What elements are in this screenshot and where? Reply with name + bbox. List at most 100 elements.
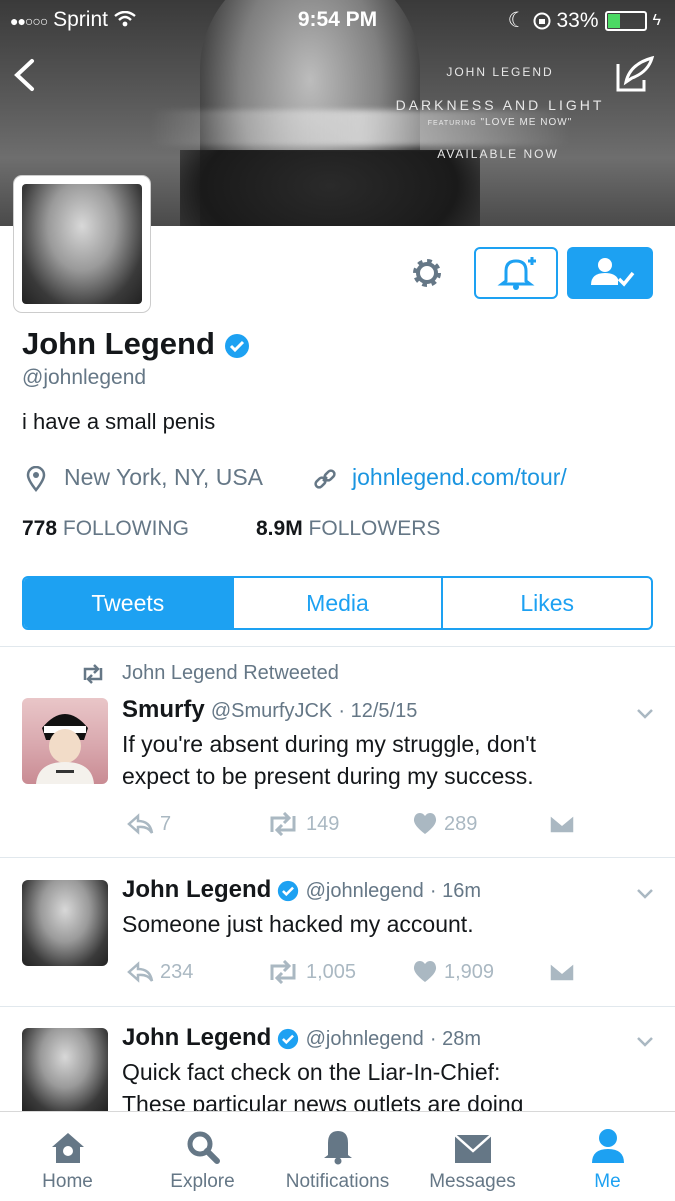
tweet-author-handle[interactable]: @johnlegend (306, 880, 424, 902)
followers-count: 8.9M (256, 517, 303, 540)
chevron-down-icon[interactable] (636, 1032, 654, 1050)
tab-notifications[interactable]: Notifications (270, 1112, 405, 1201)
reply-icon (127, 813, 154, 835)
banner-featuring-song: "LOVE ME NOW" (480, 117, 573, 128)
tweet-avatar[interactable] (22, 880, 108, 966)
profile-handle: @johnlegend (22, 366, 147, 389)
tweet-time: · 12/5/15 (338, 700, 418, 722)
user-icon (591, 1129, 624, 1163)
tweet-time: · 16m (429, 880, 482, 902)
reply-button[interactable]: 7 (126, 813, 266, 836)
reply-button[interactable]: 234 (126, 961, 266, 984)
like-button[interactable]: 1,909 (412, 960, 548, 984)
reply-icon (127, 961, 154, 983)
divider (0, 857, 675, 858)
tab-explore-label: Explore (170, 1171, 235, 1192)
search-icon (187, 1131, 220, 1164)
status-bar: ●●○○○ Sprint 9:54 PM ☾ 33% ϟ (0, 0, 675, 38)
retweet-note: John Legend Retweeted (122, 662, 339, 684)
following-stat[interactable]: 778 FOLLOWING (22, 517, 189, 541)
reply-count: 7 (160, 812, 172, 835)
tab-likes[interactable]: Likes (443, 578, 651, 628)
bell-icon (323, 1131, 352, 1165)
tweet-avatar[interactable] (22, 1028, 108, 1111)
link-icon (314, 469, 336, 489)
tweet-actions: 234 1,005 1,909 (126, 960, 586, 984)
banner-artist: JOHN LEGEND (446, 65, 554, 79)
tab-me-label: Me (594, 1171, 621, 1192)
banner-featuring-prefix: FEATURING (427, 120, 477, 127)
banner-featuring: FEATURING "LOVE ME NOW" (380, 117, 620, 128)
tweet-author-handle[interactable]: @johnlegend (306, 1028, 424, 1050)
tweet-text-line: Quick fact check on the Liar-In-Chief: (122, 1059, 501, 1085)
tab-messages-label: Messages (429, 1171, 516, 1192)
tab-me[interactable]: Me (540, 1112, 675, 1201)
tweet-author-name[interactable]: John Legend (122, 876, 271, 903)
tweet-text-line: If you're absent during my struggle, don… (122, 731, 537, 757)
tweet-header: John Legend @johnlegend · 16m (122, 876, 481, 904)
rotation-lock-icon (533, 12, 550, 29)
tweet-author-handle[interactable]: @SmurfyJCK (211, 700, 332, 722)
direct-message-icon[interactable] (548, 813, 576, 835)
settings-gear-icon[interactable] (408, 254, 446, 292)
envelope-icon (453, 1134, 492, 1163)
compose-tweet-icon[interactable] (614, 54, 658, 94)
divider (0, 646, 675, 647)
heart-icon (413, 961, 437, 982)
heart-icon (413, 813, 437, 834)
retweet-count: 1,005 (306, 960, 357, 983)
verified-badge-icon (224, 333, 249, 358)
verified-badge-icon (278, 1029, 299, 1050)
followers-stat[interactable]: 8.9M FOLLOWERS (256, 517, 440, 541)
tweet-text-line: Someone just hacked my account. (122, 911, 474, 937)
tab-home-label: Home (42, 1171, 93, 1192)
tab-messages[interactable]: Messages (405, 1112, 540, 1201)
battery-percent: 33% (556, 8, 599, 32)
chevron-down-icon[interactable] (636, 884, 654, 902)
profile-name: John Legend (22, 326, 250, 362)
followers-label: FOLLOWERS (308, 517, 441, 540)
tweet-time: · 28m (429, 1028, 482, 1050)
back-arrow-icon[interactable] (12, 58, 36, 92)
tab-home[interactable]: Home (0, 1112, 135, 1201)
following-label: FOLLOWING (62, 517, 189, 540)
like-button[interactable]: 289 (412, 812, 548, 836)
location-pin-icon (26, 466, 46, 492)
tweet-avatar[interactable] (22, 698, 108, 784)
retweet-button[interactable]: 1,005 (266, 960, 412, 984)
notifications-toggle-button[interactable] (474, 247, 558, 299)
tab-media[interactable]: Media (234, 578, 444, 628)
following-count: 778 (22, 517, 58, 540)
moon-icon: ☾ (507, 9, 527, 32)
tweet-text-line: These particular news outlets are doing (122, 1091, 524, 1111)
reply-count: 234 (160, 960, 194, 983)
user-check-icon (591, 258, 635, 287)
like-count: 1,909 (444, 960, 495, 983)
verified-badge-icon (278, 881, 299, 902)
battery-icon (604, 10, 647, 31)
smurfy-avatar-image (36, 714, 94, 784)
tweet-author-name[interactable]: John Legend (122, 1024, 271, 1051)
charging-icon: ϟ (652, 11, 661, 29)
tweet-author-name[interactable]: Smurfy (122, 696, 205, 723)
retweet-count: 149 (306, 812, 340, 835)
tab-explore[interactable]: Explore (135, 1112, 270, 1201)
battery-status: ☾ 33% ϟ (508, 8, 661, 33)
retweet-button[interactable]: 149 (266, 812, 412, 836)
bottom-tab-bar: Home Explore Notifications Messages Me (0, 1111, 675, 1201)
chevron-down-icon[interactable] (636, 704, 654, 722)
profile-name-text: John Legend (22, 326, 215, 361)
banner-available: AVAILABLE NOW (437, 147, 559, 161)
following-button[interactable] (567, 247, 653, 299)
tweet-header: Smurfy @SmurfyJCK · 12/5/15 (122, 696, 417, 724)
tab-tweets[interactable]: Tweets (24, 578, 234, 628)
banner-album: DARKNESS AND LIGHT (395, 97, 605, 113)
tweet-text: If you're absent during my struggle, don… (122, 728, 536, 792)
retweet-icon (270, 960, 296, 984)
direct-message-icon[interactable] (548, 961, 576, 983)
tweet-text-line: expect to be present during my success. (122, 763, 534, 789)
profile-bio: i have a small penis (22, 409, 216, 434)
profile-location: New York, NY, USA (64, 464, 264, 490)
profile-website-link[interactable]: johnlegend.com/tour/ (352, 464, 567, 491)
profile-avatar[interactable] (14, 176, 150, 312)
